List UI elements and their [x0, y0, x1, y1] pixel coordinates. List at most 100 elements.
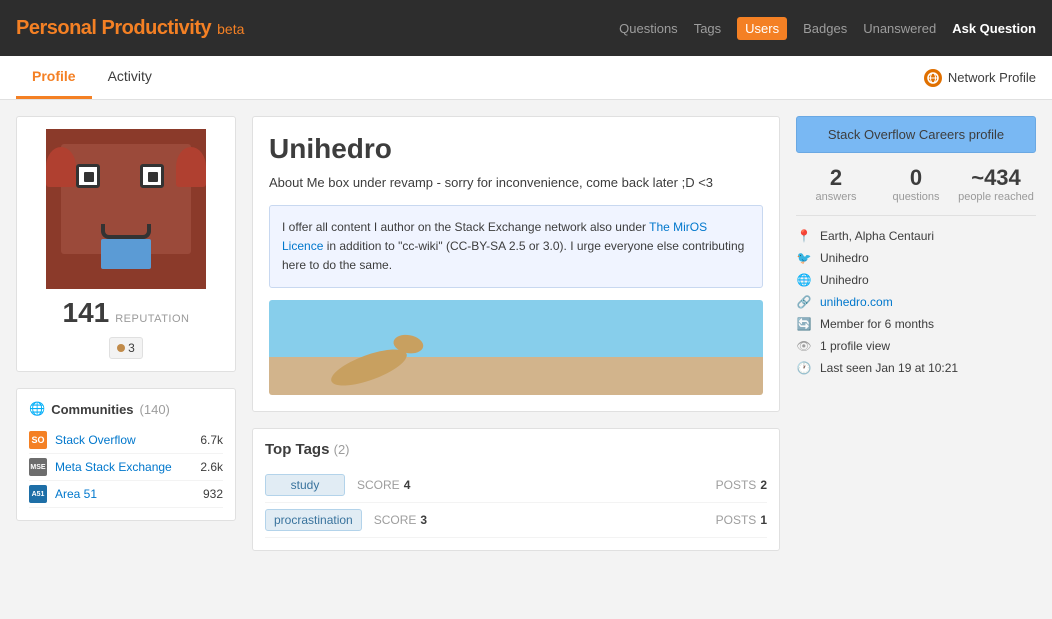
answers-number: 2 — [796, 165, 876, 191]
community-meta[interactable]: MSE Meta Stack Exchange 2.6k — [29, 454, 223, 481]
meta-website[interactable]: 🔗 unihedro.com — [796, 294, 1036, 310]
website-link[interactable]: unihedro.com — [820, 295, 893, 309]
tag-row-study: study SCORE 4 POSTS 2 — [265, 468, 767, 503]
miros-link[interactable]: The MirOS Licence — [282, 220, 707, 253]
community-stackoverflow[interactable]: SO Stack Overflow 6.7k — [29, 427, 223, 454]
stats-row: 2 answers 0 questions ~434 people reache… — [796, 165, 1036, 216]
nav-ask-question[interactable]: Ask Question — [952, 21, 1036, 36]
bronze-count: 3 — [128, 341, 135, 355]
community-area51[interactable]: A51 Area 51 932 — [29, 481, 223, 508]
procrastination-score-stats: SCORE 3 — [374, 513, 427, 527]
nav-questions[interactable]: Questions — [619, 21, 678, 36]
people-reached-number: ~434 — [956, 165, 1036, 191]
nav-unanswered[interactable]: Unanswered — [863, 21, 936, 36]
last-seen-text: Last seen Jan 19 at 10:21 — [820, 361, 958, 375]
stat-questions: 0 questions — [876, 165, 956, 203]
brand-main: Personal Productivity — [16, 17, 211, 40]
communities-count: (140) — [140, 402, 170, 417]
location-icon: 📍 — [796, 228, 812, 244]
top-tags-label: Top Tags — [265, 441, 329, 458]
reputation-row: 141 REPUTATION — [63, 297, 190, 329]
nav-tags[interactable]: Tags — [694, 21, 721, 36]
a51-rep: 932 — [203, 487, 223, 501]
so-name[interactable]: Stack Overflow — [55, 433, 136, 447]
people-reached-label: people reached — [956, 191, 1036, 203]
meta-location: 📍 Earth, Alpha Centauri — [796, 228, 1036, 244]
study-score-val: 4 — [404, 478, 411, 492]
network-profile-link[interactable]: Network Profile — [924, 69, 1036, 87]
about-box: I offer all content I author on the Stac… — [269, 205, 763, 289]
procrastination-posts-stats: POSTS 1 — [716, 513, 767, 527]
link-icon: 🔗 — [796, 294, 812, 310]
stat-answers: 2 answers — [796, 165, 876, 203]
meta-icon: MSE — [29, 458, 47, 476]
questions-label: questions — [876, 191, 956, 203]
about-note: About Me box under revamp - sorry for in… — [269, 173, 763, 193]
study-posts-stats: POSTS 2 — [716, 478, 767, 492]
study-score-stats: SCORE 4 — [357, 478, 410, 492]
member-icon: 🔄 — [796, 316, 812, 332]
meta-globe: 🌐 Unihedro — [796, 272, 1036, 288]
so-icon: SO — [29, 431, 47, 449]
globe-text: Unihedro — [820, 273, 869, 287]
tab-activity[interactable]: Activity — [92, 56, 168, 99]
brand-beta: beta — [217, 21, 244, 37]
answers-label: answers — [796, 191, 876, 203]
bronze-badge: 3 — [109, 337, 143, 359]
header: Personal Productivity beta Questions Tag… — [0, 0, 1052, 56]
study-posts-val: 2 — [760, 478, 767, 492]
community-a51-left: A51 Area 51 — [29, 485, 97, 503]
location-text: Earth, Alpha Centauri — [820, 229, 934, 243]
avatar-body-detail — [101, 239, 151, 269]
reputation-label: REPUTATION — [115, 313, 189, 325]
careers-button[interactable]: Stack Overflow Careers profile — [796, 116, 1036, 153]
profile-tabs: Profile Activity — [16, 56, 168, 99]
community-meta-left: MSE Meta Stack Exchange — [29, 458, 172, 476]
stat-people-reached: ~434 people reached — [956, 165, 1036, 203]
community-so-left: SO Stack Overflow — [29, 431, 136, 449]
meta-twitter: 🐦 Unihedro — [796, 250, 1036, 266]
communities-icon: 🌐 — [29, 401, 45, 417]
clock-icon: 🕐 — [796, 360, 812, 376]
eye-right — [140, 164, 164, 188]
eye-left — [76, 164, 100, 188]
twitter-text: Unihedro — [820, 251, 869, 265]
procrastination-score-label: SCORE — [374, 513, 417, 527]
communities-section: 🌐 Communities (140) SO Stack Overflow 6.… — [16, 388, 236, 521]
network-profile-label: Network Profile — [948, 70, 1036, 85]
study-posts-label: POSTS — [716, 478, 757, 492]
top-tags-count: (2) — [334, 442, 350, 457]
meta-name[interactable]: Meta Stack Exchange — [55, 460, 172, 474]
profile-meta: 📍 Earth, Alpha Centauri 🐦 Unihedro 🌐 Uni… — [796, 228, 1036, 376]
avatar-mouth — [101, 224, 151, 239]
study-score-label: SCORE — [357, 478, 400, 492]
profile-name: Unihedro — [269, 133, 763, 165]
network-icon — [924, 69, 942, 87]
procrastination-score-val: 3 — [420, 513, 427, 527]
avatar-eyes — [76, 164, 164, 188]
left-sidebar: 141 REPUTATION 3 🌐 Communities (140) SO … — [16, 116, 236, 551]
globe-icon: 🌐 — [796, 272, 812, 288]
questions-number: 0 — [876, 165, 956, 191]
subnav: Profile Activity Network Profile — [0, 56, 1052, 100]
a51-icon: A51 — [29, 485, 47, 503]
claw-left — [46, 147, 76, 187]
meta-member-since: 🔄 Member for 6 months — [796, 316, 1036, 332]
claw-right — [176, 147, 206, 187]
preview-snake — [327, 342, 411, 393]
top-tags-section: Top Tags (2) study SCORE 4 POSTS 2 procr… — [252, 428, 780, 551]
meta-last-seen: 🕐 Last seen Jan 19 at 10:21 — [796, 360, 1036, 376]
communities-label: Communities — [51, 402, 133, 417]
a51-name[interactable]: Area 51 — [55, 487, 97, 501]
profile-header-card: Unihedro About Me box under revamp - sor… — [252, 116, 780, 412]
main-nav: Questions Tags Users Badges Unanswered A… — [619, 17, 1036, 40]
tag-procrastination[interactable]: procrastination — [265, 509, 362, 531]
tag-study[interactable]: study — [265, 474, 345, 496]
avatar-card: 141 REPUTATION 3 — [16, 116, 236, 372]
tab-profile[interactable]: Profile — [16, 56, 92, 99]
nav-badges[interactable]: Badges — [803, 21, 847, 36]
twitter-icon: 🐦 — [796, 250, 812, 266]
tag-row-procrastination: procrastination SCORE 3 POSTS 1 — [265, 503, 767, 538]
nav-users[interactable]: Users — [737, 17, 787, 40]
profile-content: Unihedro About Me box under revamp - sor… — [252, 116, 780, 551]
